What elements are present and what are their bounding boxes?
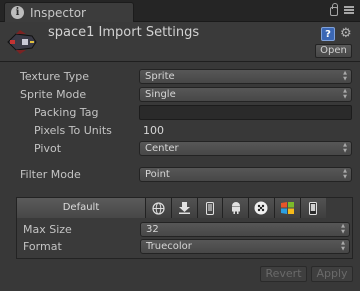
sprite-mode-row: Sprite Mode Single (0, 86, 360, 104)
gear-icon[interactable]: ⚙ (340, 27, 352, 41)
blackberry-icon[interactable] (249, 198, 275, 218)
packing-tag-label: Packing Tag (34, 106, 99, 119)
max-size-row: Max Size 32 (17, 221, 352, 239)
info-icon: i (11, 6, 24, 19)
platform-settings-panel: Default Max Size 32 Format Truecolor (16, 197, 353, 259)
inspector-tab[interactable]: i Inspector (4, 2, 134, 22)
sprite-thumbnail-icon (7, 30, 37, 54)
filter-mode-row: Filter Mode Point (0, 166, 360, 184)
revert-button[interactable]: Revert (260, 266, 307, 282)
texture-type-label: Texture Type (20, 70, 90, 83)
format-row: Format Truecolor (17, 238, 352, 256)
max-size-dropdown[interactable]: 32 (140, 222, 350, 237)
help-icon[interactable]: ? (321, 27, 335, 41)
download-icon[interactable] (171, 198, 198, 218)
pixels-to-units-label: Pixels To Units (34, 124, 112, 137)
open-button[interactable]: Open (315, 44, 352, 58)
lock-icon[interactable] (330, 3, 338, 16)
tab-default[interactable]: Default (17, 198, 146, 218)
pixels-to-units-row: Pixels To Units 100 (0, 122, 360, 140)
inspector-tab-bar: i Inspector (0, 0, 360, 22)
phone-icon[interactable] (300, 198, 327, 218)
filter-mode-dropdown[interactable]: Point (139, 167, 352, 182)
max-size-label: Max Size (23, 223, 72, 236)
texture-type-dropdown[interactable]: Sprite (139, 69, 352, 84)
filter-mode-label: Filter Mode (20, 168, 81, 181)
inspector-tab-label: Inspector (30, 5, 86, 20)
format-label: Format (23, 240, 62, 253)
texture-type-row: Texture Type Sprite (0, 68, 360, 86)
android-icon[interactable] (223, 198, 249, 218)
import-settings-title: space1 Import Settings (48, 25, 200, 40)
platform-tabs: Default (17, 198, 352, 218)
packing-tag-row: Packing Tag (0, 104, 360, 122)
packing-tag-input[interactable] (139, 105, 352, 120)
sprite-mode-dropdown[interactable]: Single (139, 87, 352, 102)
apply-button[interactable]: Apply (311, 266, 353, 282)
sprite-mode-label: Sprite Mode (20, 88, 87, 101)
globe-icon[interactable] (146, 198, 172, 218)
pixels-to-units-input[interactable]: 100 (139, 123, 352, 138)
format-dropdown[interactable]: Truecolor (140, 239, 350, 254)
import-settings-header: space1 Import Settings ? ⚙ Open (0, 22, 360, 62)
pivot-dropdown[interactable]: Center (139, 141, 352, 156)
menu-icon[interactable] (344, 5, 354, 14)
pivot-label: Pivot (34, 142, 62, 155)
windows-icon[interactable] (274, 198, 301, 218)
pivot-row: Pivot Center (0, 140, 360, 158)
tab-tools (330, 3, 354, 16)
mobile-icon[interactable] (197, 198, 224, 218)
